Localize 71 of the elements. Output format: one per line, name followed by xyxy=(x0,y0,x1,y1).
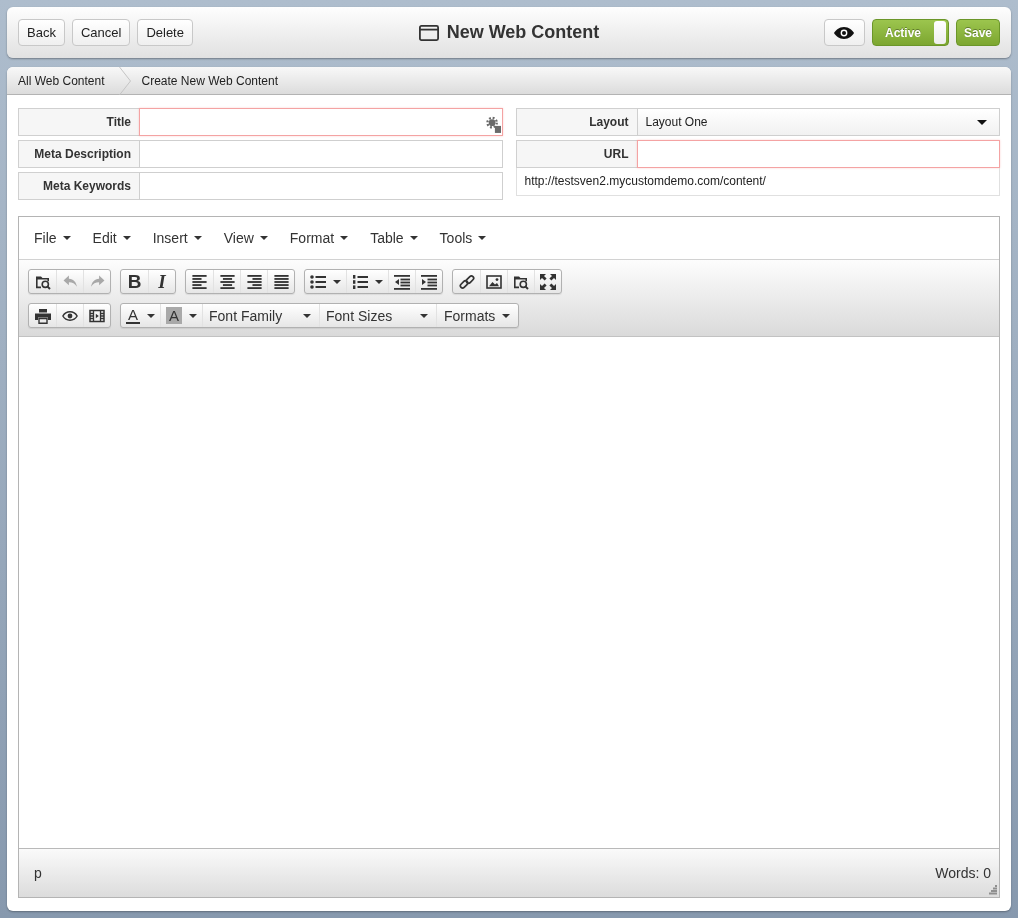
breadcrumb-link[interactable]: All Web Content xyxy=(18,73,105,88)
align-left-icon xyxy=(192,274,207,289)
caret-icon xyxy=(977,119,987,125)
redo-icon xyxy=(89,275,105,288)
menu-item[interactable]: Tools xyxy=(428,226,498,250)
gear-icon xyxy=(485,115,501,133)
caret-icon xyxy=(333,279,341,284)
printer-icon xyxy=(34,307,51,324)
resize-grip-icon[interactable] xyxy=(987,885,997,895)
align-right-icon xyxy=(246,274,262,289)
caret-icon xyxy=(147,313,155,318)
justify-icon xyxy=(273,274,289,289)
preview-button[interactable] xyxy=(823,19,865,46)
select-field[interactable]: Layout One xyxy=(636,108,1000,136)
bold-button[interactable]: B xyxy=(121,270,148,293)
caret-icon xyxy=(478,236,487,240)
toolbar-button[interactable]: Cancel xyxy=(71,19,131,46)
caret-icon xyxy=(340,236,349,240)
dropdown-button[interactable]: Font Sizes xyxy=(319,304,437,327)
toolbar-button[interactable]: Delete xyxy=(137,19,193,46)
film-icon xyxy=(89,307,105,324)
page-title: New Web Content xyxy=(446,22,600,43)
text-field[interactable] xyxy=(139,172,503,200)
text-color-button[interactable]: A xyxy=(121,304,160,327)
numbered-list-icon xyxy=(352,273,368,290)
url-preview: http://testsven2.mycustomdemo.com/content/ xyxy=(515,168,1000,196)
caret-icon xyxy=(409,236,418,240)
field-label: Title xyxy=(18,108,139,136)
menu-item[interactable]: Table xyxy=(359,226,429,250)
breadcrumb-separator-icon xyxy=(118,67,131,95)
dropdown-button[interactable]: Font Family xyxy=(202,304,320,327)
text-field[interactable] xyxy=(139,140,503,168)
menu-item[interactable]: Format xyxy=(278,226,360,250)
toolbar-button[interactable]: Back xyxy=(18,19,65,46)
eye-icon xyxy=(834,26,855,39)
italic-button[interactable]: I xyxy=(148,270,175,293)
indent-icon xyxy=(421,273,437,290)
element-path: p xyxy=(34,865,42,881)
bullet-list-icon xyxy=(310,273,326,290)
caret-icon xyxy=(193,236,202,240)
field-label: Layout xyxy=(515,108,637,136)
image-icon xyxy=(486,273,502,290)
field-label: URL xyxy=(515,140,637,168)
expand-arrows-icon xyxy=(540,273,556,290)
link-icon xyxy=(458,273,475,290)
undo-icon xyxy=(62,275,78,288)
menu-item[interactable]: Edit xyxy=(81,226,142,250)
caret-icon xyxy=(303,313,312,318)
caret-icon xyxy=(375,279,383,284)
caret-icon xyxy=(189,313,198,318)
caret-icon xyxy=(259,236,268,240)
menu-item[interactable]: File xyxy=(23,226,82,250)
eye-icon xyxy=(62,310,78,321)
caret-icon xyxy=(502,313,511,318)
text-field[interactable] xyxy=(139,108,503,136)
caret-icon xyxy=(122,236,131,240)
menu-item[interactable]: View xyxy=(212,226,279,250)
caret-icon xyxy=(420,313,429,318)
field-label: Meta Keywords xyxy=(18,172,139,200)
field-label: Meta Description xyxy=(18,140,139,168)
background-color-button[interactable]: A xyxy=(160,304,203,327)
dropdown-button[interactable]: Formats xyxy=(436,304,519,327)
outdent-icon xyxy=(394,273,410,290)
toggle-knob-icon xyxy=(934,21,946,44)
word-count: Words: 0 xyxy=(935,865,991,881)
text-field[interactable] xyxy=(636,140,1000,168)
breadcrumb-link[interactable]: Create New Web Content xyxy=(141,73,278,88)
window-icon xyxy=(418,24,439,41)
menu-item[interactable]: Insert xyxy=(141,226,213,250)
align-center-icon xyxy=(219,274,235,289)
caret-icon xyxy=(62,236,71,240)
